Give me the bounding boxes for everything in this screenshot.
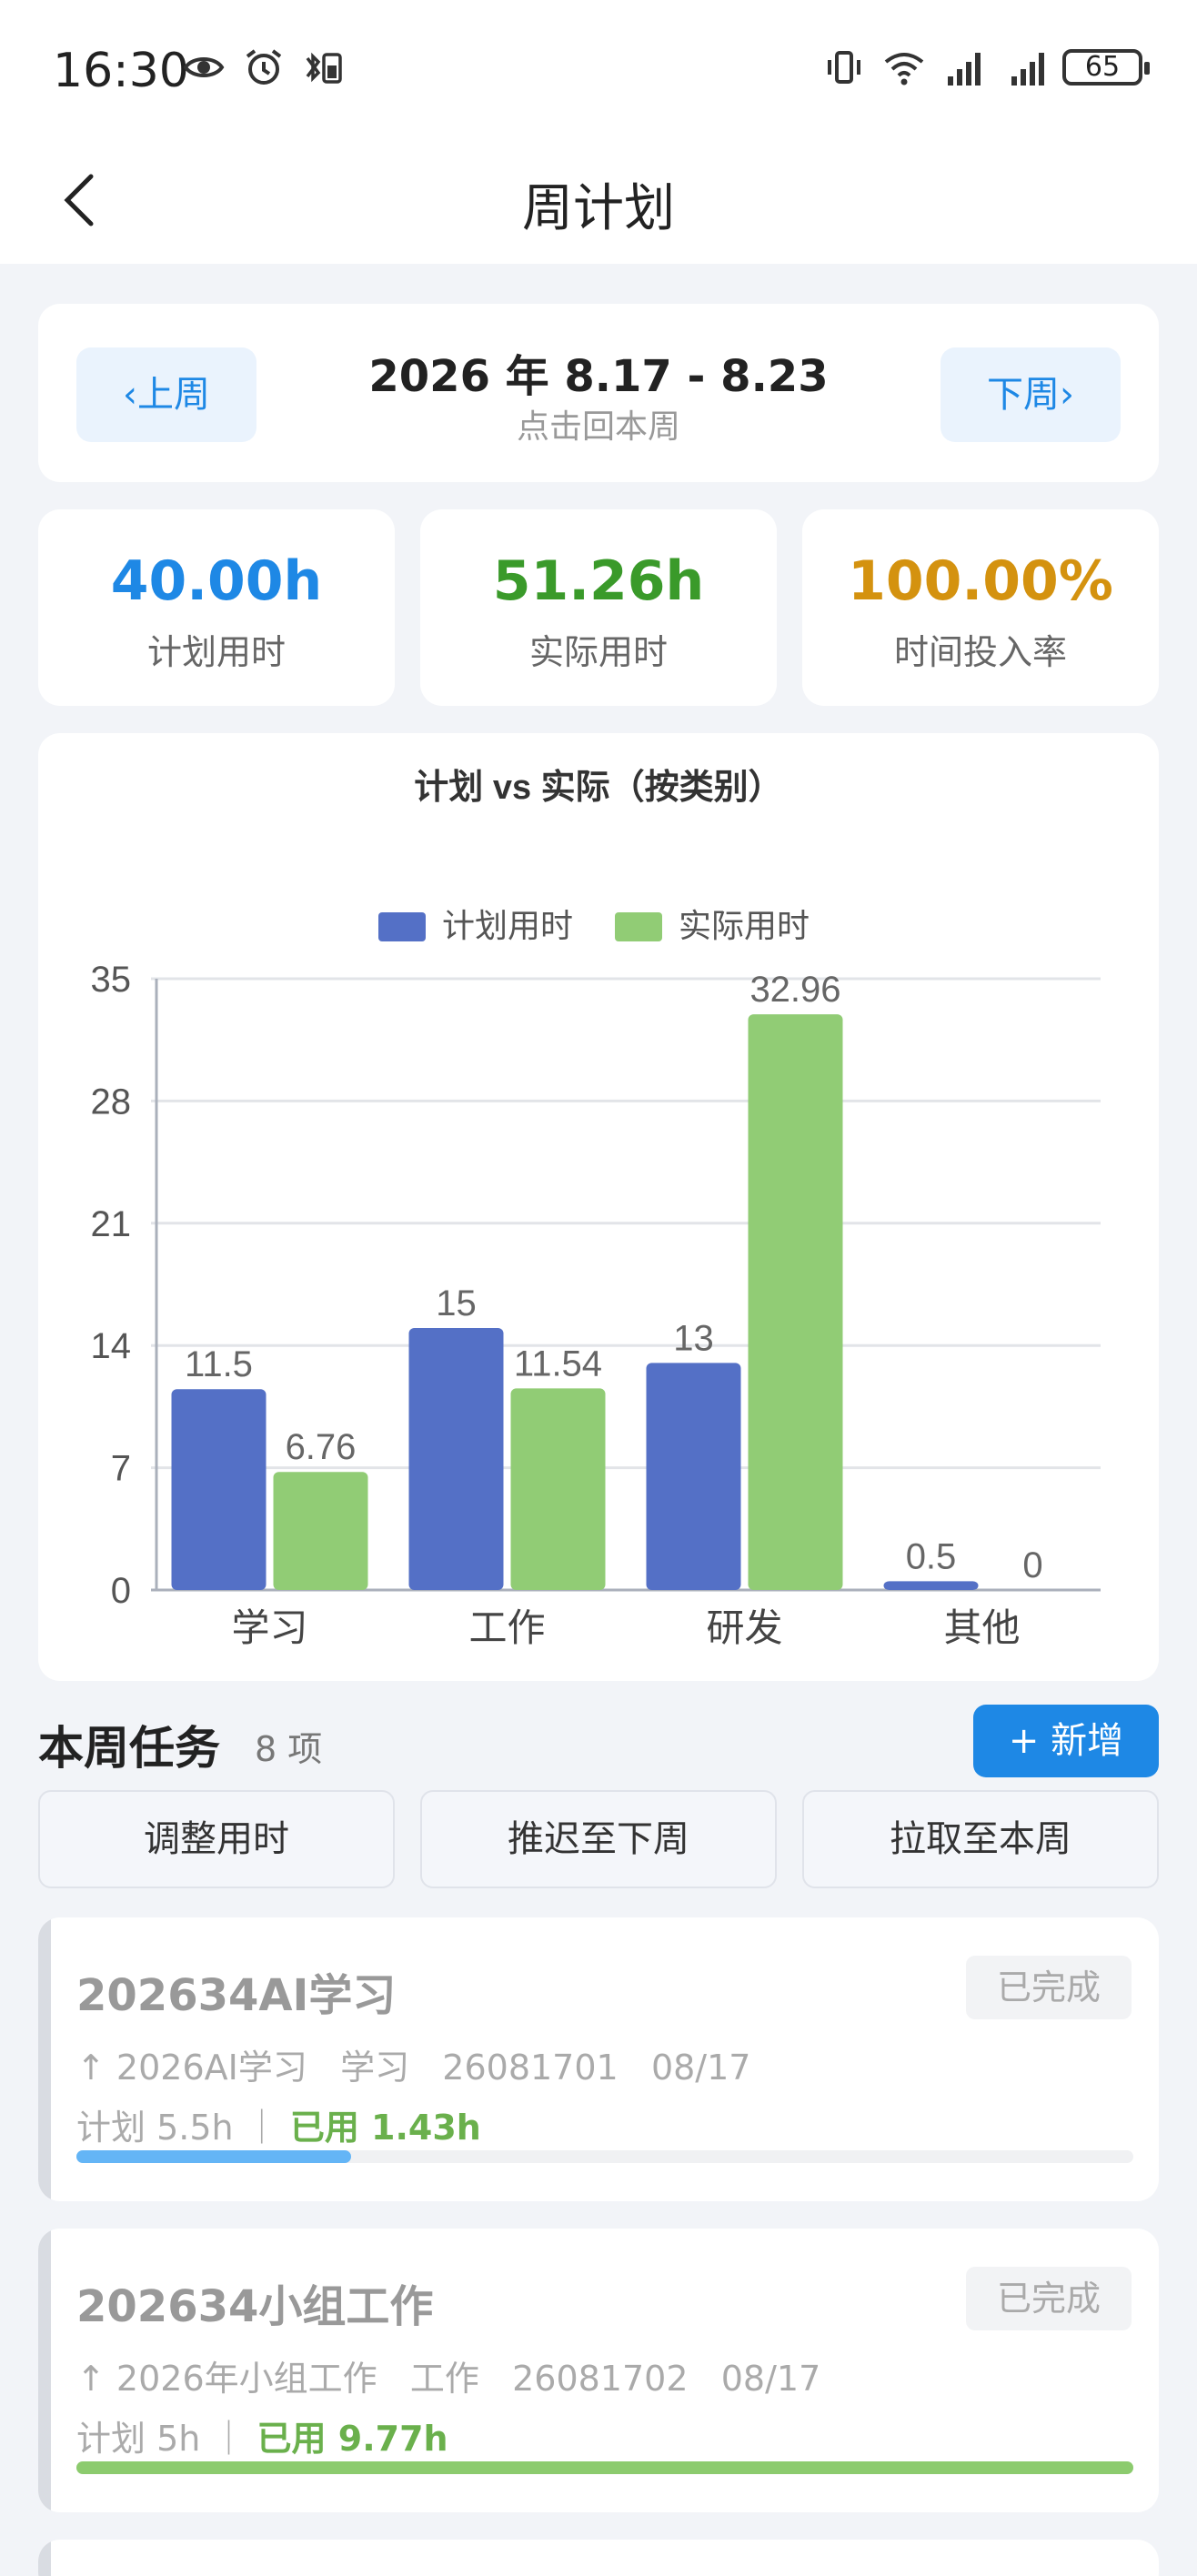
stat-label: 实际用时 — [528, 632, 668, 672]
signal-icon — [948, 53, 981, 86]
x-tick-label: 学习 — [231, 1606, 307, 1649]
task-name: 202634小组工作 — [76, 2281, 434, 2332]
bar — [646, 1363, 741, 1590]
stat-actual-time: 51.26h 实际用时 — [420, 509, 777, 706]
separator: ｜ — [211, 2419, 246, 2459]
stat-investment-rate: 100.00% 时间投入率 — [802, 509, 1159, 706]
status-time: 16:30 — [53, 44, 189, 98]
alarm-icon — [246, 49, 282, 85]
bar — [748, 1014, 843, 1590]
task-planned-time: 计划 5h — [76, 2419, 201, 2459]
task-status-badge: 已完成 — [966, 2267, 1132, 2330]
vibrate-icon — [828, 51, 860, 84]
page-title: 周计划 — [522, 179, 675, 238]
bluetooth-battery-icon — [306, 52, 342, 84]
x-tick-label: 其他 — [943, 1606, 1020, 1649]
pull-to-this-week-button[interactable]: 拉取至本周 — [802, 1790, 1159, 1888]
stat-planned-time: 40.00h 计划用时 — [38, 509, 395, 706]
legend-swatch — [378, 912, 426, 941]
wifi-icon — [884, 53, 924, 86]
task-time-summary: 计划 5.5h ｜ 已用 1.43h — [76, 2099, 481, 2149]
battery-icon: 65 — [1062, 49, 1150, 86]
x-tick-label: 工作 — [468, 1606, 545, 1649]
signal-4g-icon — [1011, 53, 1044, 86]
y-tick-label: 0 — [111, 1571, 131, 1611]
task-progress-bar — [76, 2150, 1133, 2163]
legend-swatch — [615, 912, 662, 941]
status-bar: 16:30 65 — [0, 0, 1197, 136]
data-label: 0 — [1022, 1545, 1042, 1585]
task-progress-fill — [76, 2461, 1133, 2474]
task-card[interactable]: 202634AI学习 已完成 ↑ 2026AI学习 学习 26081701 08… — [38, 1917, 1159, 2201]
stat-label: 计划用时 — [146, 632, 286, 672]
x-tick-label: 研发 — [706, 1606, 782, 1649]
app-header: 周计划 — [0, 136, 1197, 264]
eye-icon — [183, 57, 225, 77]
week-selector-card: ‹上周 2026 年 8.17 - 8.23 点击回本周 下周› — [38, 304, 1159, 482]
stat-label: 时间投入率 — [893, 632, 1067, 672]
task-used-time: 已用 9.77h — [256, 2419, 448, 2459]
y-tick-label: 35 — [91, 960, 132, 1000]
data-label: 15 — [436, 1283, 477, 1323]
bar-chart: 计划 vs 实际（按类别） 计划用时 实际用时 0 7 14 21 28 35 学习 11.5 6.7… — [91, 769, 1101, 1649]
data-label: 11.54 — [514, 1343, 602, 1384]
data-label: 11.5 — [185, 1344, 253, 1384]
task-time-summary: 计划 5h ｜ 已用 9.77h — [76, 2410, 448, 2460]
data-label: 6.76 — [286, 1427, 357, 1467]
chart-card: 计划 vs 实际（按类别） 计划用时 实际用时 0 7 14 21 28 35 学习 11.5 6.7… — [38, 733, 1159, 1681]
bar — [273, 1472, 368, 1590]
status-icons-left — [182, 45, 346, 89]
tasks-count: 8 项 — [255, 1729, 323, 1769]
task-progress-bar — [76, 2461, 1133, 2474]
add-task-button[interactable]: + 新增 — [973, 1705, 1159, 1777]
task-name: 202634AI学习 — [76, 1970, 397, 2021]
stat-value: 40.00h — [110, 549, 323, 613]
y-tick-label: 7 — [111, 1449, 131, 1489]
task-card[interactable]: 202634小组工作 已完成 ↑ 2026年小组工作 工作 26081702 0… — [38, 2229, 1159, 2512]
status-icons-right: 65 — [822, 45, 1150, 89]
chart-title: 计划 vs 实际（按类别） — [414, 769, 782, 807]
y-tick-label: 14 — [91, 1326, 132, 1366]
task-used-time: 已用 1.43h — [289, 2108, 481, 2148]
bar — [510, 1388, 606, 1590]
task-meta: ↑ 2026年小组工作 工作 26081702 08/17 — [76, 2359, 821, 2399]
postpone-next-week-button[interactable]: 推迟至下周 — [420, 1790, 777, 1888]
data-label: 13 — [673, 1318, 714, 1358]
adjust-time-button[interactable]: 调整用时 — [38, 1790, 395, 1888]
y-tick-label: 21 — [91, 1204, 132, 1244]
data-label: 32.96 — [749, 970, 840, 1010]
separator: ｜ — [244, 2108, 279, 2148]
task-planned-time: 计划 5.5h — [76, 2108, 234, 2148]
bar — [408, 1328, 504, 1590]
legend-label: 计划用时 — [442, 907, 573, 944]
tasks-section-title: 本周任务 — [38, 1722, 220, 1775]
task-status-badge: 已完成 — [966, 1956, 1132, 2019]
data-label: 0.5 — [906, 1536, 957, 1576]
stat-value: 51.26h — [492, 549, 705, 613]
bar — [883, 1581, 979, 1590]
legend-label: 实际用时 — [679, 907, 810, 944]
bar — [171, 1389, 267, 1590]
y-tick-label: 28 — [91, 1082, 132, 1122]
stat-value: 100.00% — [848, 549, 1113, 613]
task-meta: ↑ 2026AI学习 学习 26081701 08/17 — [76, 2048, 751, 2088]
task-card-partial[interactable] — [38, 2540, 1159, 2576]
task-progress-fill — [76, 2150, 352, 2163]
next-week-button[interactable]: 下周› — [940, 347, 1121, 442]
